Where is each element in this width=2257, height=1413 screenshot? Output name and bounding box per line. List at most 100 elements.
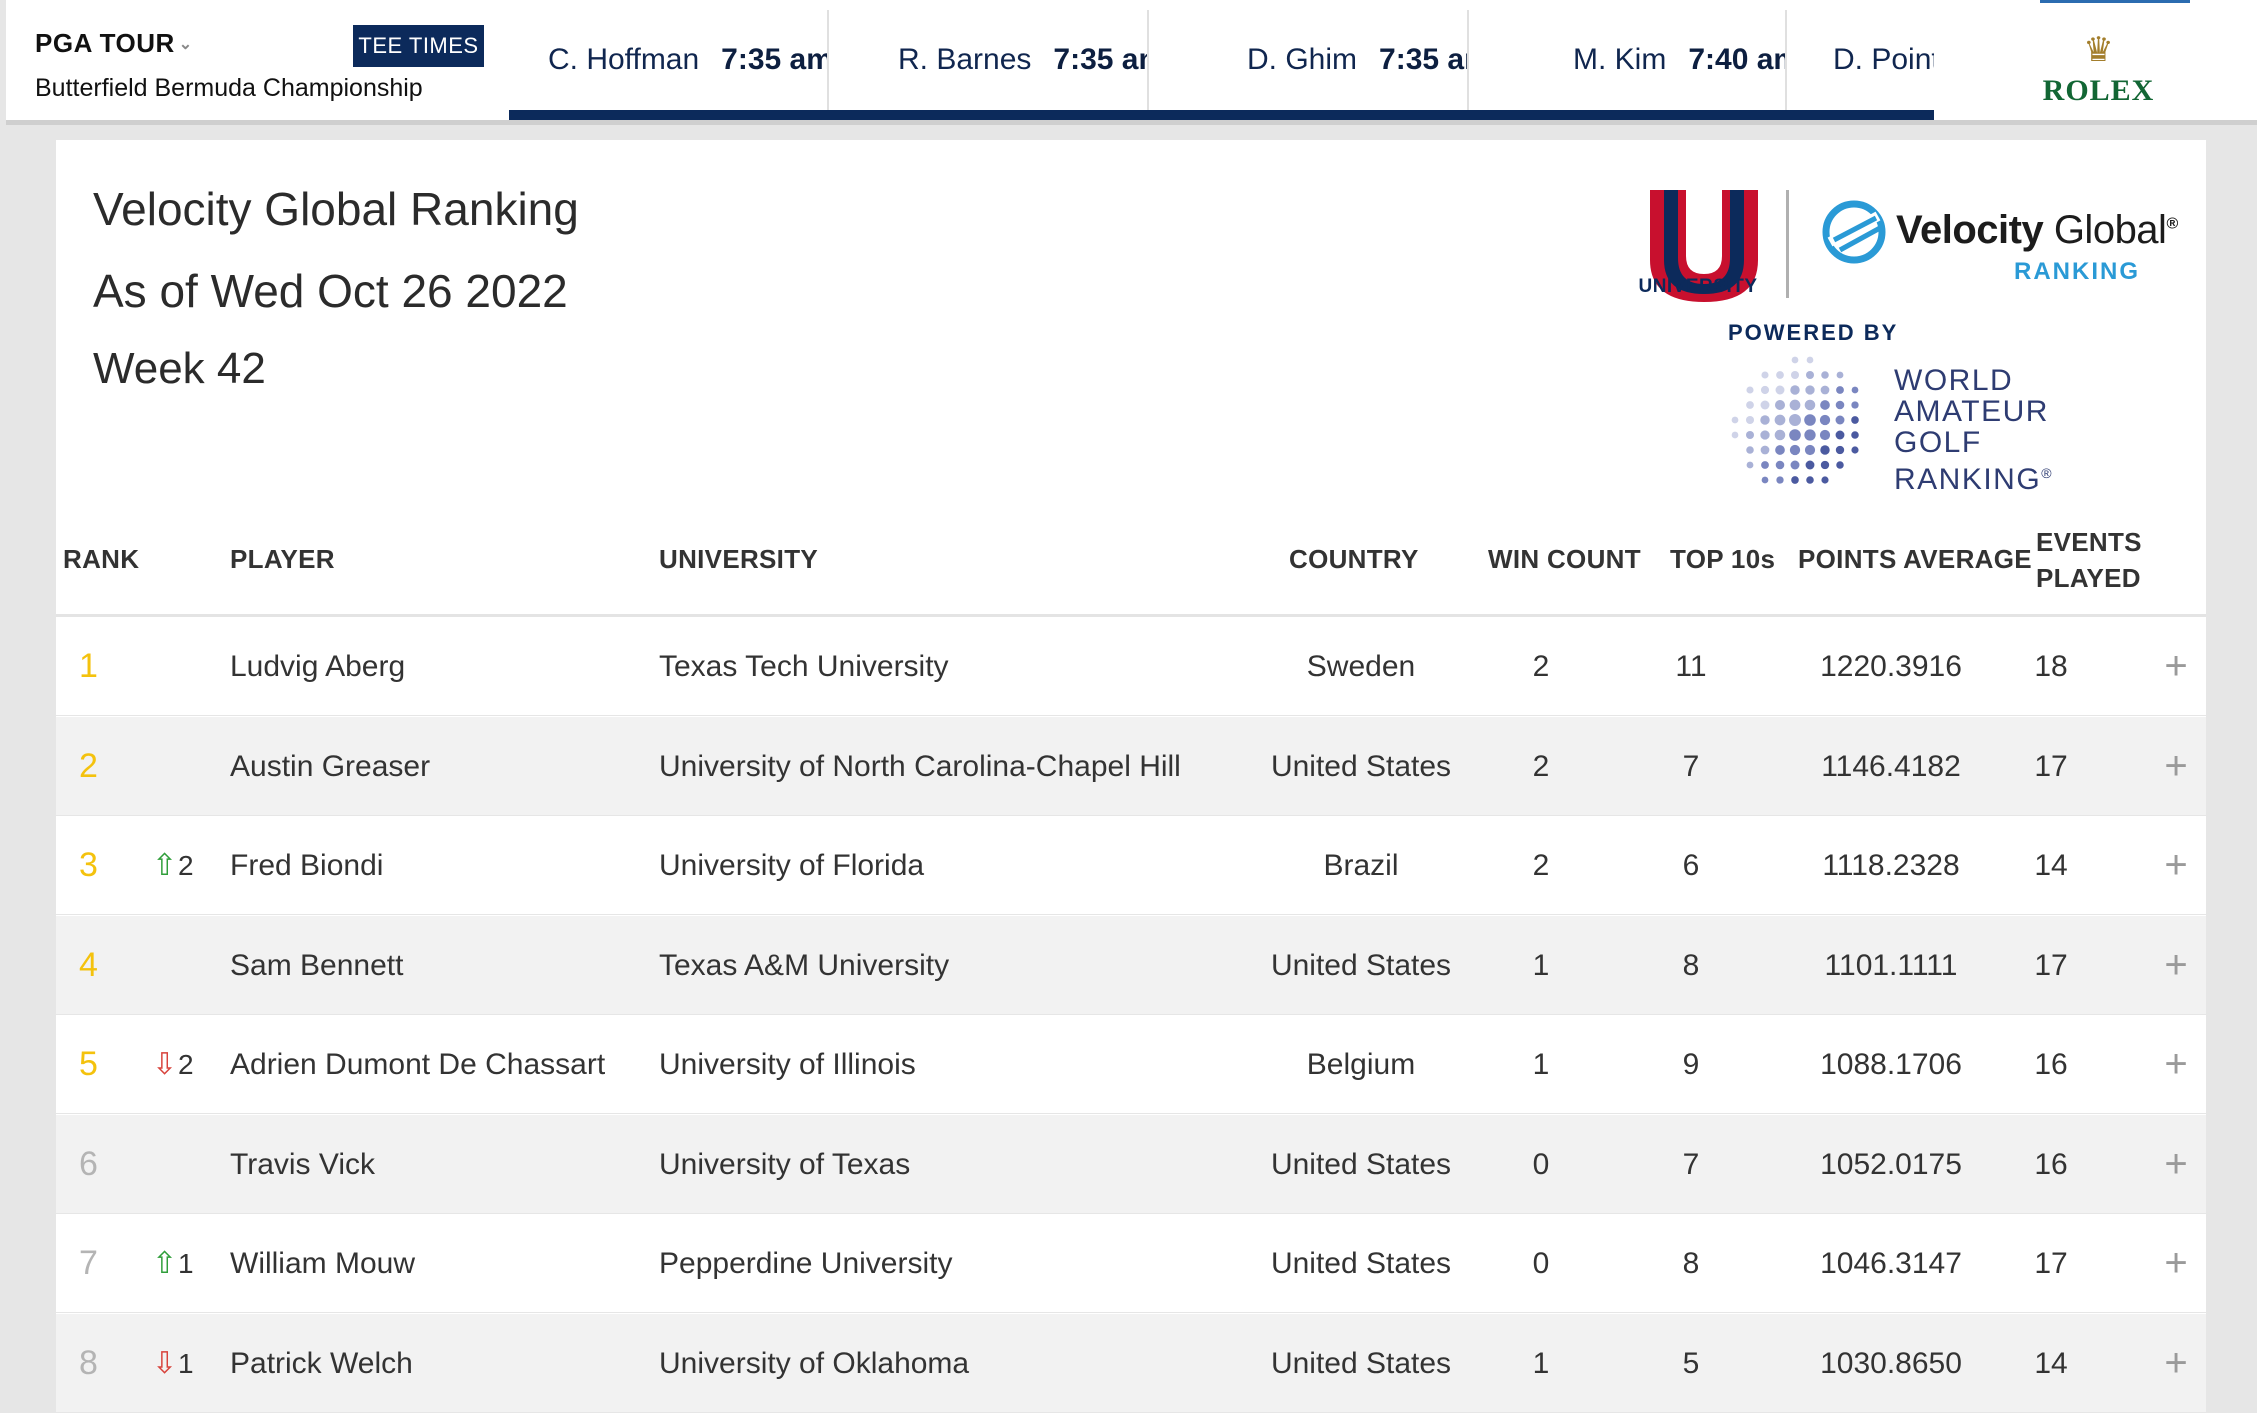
player-name[interactable]: Austin Greaser [230,717,430,816]
column-header-win-count[interactable]: WIN COUNT [1488,544,1641,575]
table-row[interactable]: 5 ⇩2 Adrien Dumont De Chassart University o… [56,1015,2206,1114]
rank-movement [152,1115,212,1214]
tee-time-player: R. Barnes [898,43,1032,76]
win-count-cell: 1 [1532,1048,1550,1081]
points-average-cell: 1101.1111 [1824,948,1958,982]
chevron-down-icon[interactable]: ⌄ [179,36,193,53]
player-name[interactable]: Sam Bennett [230,916,403,1015]
win-count-cell: 2 [1532,849,1550,882]
tour-selector[interactable]: PGA TOUR ⌄ Butterfield Bermuda Championsh… [6,0,509,120]
table-row[interactable]: 1 Ludvig Aberg Texas Tech University Sweden… [56,617,2206,716]
table-row[interactable]: 2 Austin Greaser University of North Carol… [56,716,2206,816]
tee-time-item[interactable]: C. Hoffman 7:35 am [509,10,829,110]
plus-icon[interactable]: + [2156,916,2196,1015]
country-cell: United States [1270,749,1452,783]
rank-cell: 5 [79,1045,98,1083]
table-row[interactable]: 3 ⇧2 Fred Biondi University of Florida Brazi… [56,816,2206,915]
column-header-points-average[interactable]: POINTS AVERAGE [1798,544,2032,575]
tee-time-item[interactable]: D. Points [1787,10,1934,110]
win-count-cell: 0 [1532,1147,1550,1181]
table-row[interactable]: 7 ⇧1 William Mouw Pepperdine University Unit… [56,1214,2206,1313]
rank-movement [152,717,212,816]
rank-movement-value: 2 [178,1049,194,1080]
ranking-date: As of Wed Oct 26 2022 [93,265,568,317]
column-header-country[interactable]: COUNTRY [1289,544,1419,575]
events-played-cell: 18 [2034,650,2068,683]
plus-icon[interactable]: + [2156,1214,2196,1313]
university-u-logo [1650,190,1758,302]
university-cell: University of Texas [659,1147,911,1181]
country-cell: United States [1270,1147,1452,1181]
university-cell: Texas A&M University [659,948,950,982]
crown-icon: ♛ [2083,31,2114,69]
plus-icon[interactable]: + [2156,816,2196,915]
player-name[interactable]: Ludvig Aberg [230,617,405,716]
tee-time-player: D. Points [1833,43,1934,76]
tee-time-item[interactable]: D. Ghim 7:35 am [1149,10,1469,110]
plus-icon[interactable]: + [2156,1314,2196,1413]
events-played-cell: 17 [2034,948,2068,982]
rank-movement [152,617,212,716]
events-played-cell: 17 [2034,1247,2068,1280]
tee-time-item[interactable]: M. Kim 7:40 am [1469,10,1787,110]
tee-time-player: C. Hoffman [548,43,700,76]
column-header-player[interactable]: PLAYER [230,544,335,575]
velocity-global-logo-text: Velocity Global® [1896,208,2178,253]
tee-time-time: 7:40 am [1688,43,1785,76]
velocity-global-icon [1822,200,1886,264]
rolex-sponsor-logo[interactable]: ♛ ROLEX [1934,0,2257,120]
logo-divider [1786,190,1789,298]
rank-cell: 7 [79,1244,98,1282]
country-cell: United States [1270,1247,1452,1280]
powered-by-label: POWERED BY [1728,320,1899,345]
tour-label: PGA TOUR [35,28,175,58]
column-header-university[interactable]: UNIVERSITY [659,544,818,575]
tee-times-strip[interactable]: C. Hoffman 7:35 am R. Barnes 7:35 am D. Gh… [509,10,1934,120]
country-cell: United States [1270,1346,1452,1380]
university-cell: University of North Carolina-Chapel Hill [659,749,1181,783]
plus-icon[interactable]: + [2156,617,2196,716]
university-cell: University of Oklahoma [659,1346,970,1380]
plus-icon[interactable]: + [2156,1115,2196,1214]
plus-icon[interactable]: + [2156,717,2196,816]
top10s-cell: 9 [1682,1048,1700,1081]
tee-times-button[interactable]: TEE TIMES [353,25,484,67]
university-cell: Pepperdine University [659,1247,953,1280]
rank-cell: 1 [79,647,98,685]
table-row[interactable]: 4 Sam Bennett Texas A&M University United S… [56,915,2206,1015]
events-header-line: PLAYED [2036,563,2141,593]
ranking-card: Velocity Global Ranking As of Wed Oct 26… [56,140,2206,1413]
plus-icon[interactable]: + [2156,1015,2196,1114]
points-average-cell: 1220.3916 [1820,650,1962,683]
tee-time-player: D. Ghim [1247,43,1358,76]
top-bar-divider [6,120,2257,125]
player-name[interactable]: Patrick Welch [230,1314,413,1413]
tour-name[interactable]: PGA TOUR ⌄ [35,28,193,59]
tee-time-item[interactable]: R. Barnes 7:35 am [829,10,1149,110]
player-name[interactable]: Adrien Dumont De Chassart [230,1015,605,1114]
column-header-top10s[interactable]: TOP 10s [1670,544,1775,575]
events-played-cell: 14 [2034,1346,2068,1380]
sponsor-name: ROLEX [2042,74,2155,107]
rank-movement: ⇩2 [152,1015,212,1114]
rank-movement-value: 1 [178,1347,194,1379]
player-name[interactable]: William Mouw [230,1214,415,1313]
player-name[interactable]: Fred Biondi [230,816,383,915]
rank-movement [152,916,212,1015]
ranking-week: Week 42 [93,344,266,393]
points-average-cell: 1118.2328 [1822,849,1960,882]
rank-cell: 3 [79,846,98,884]
column-header-rank[interactable]: RANK [63,544,139,575]
column-header-events-played[interactable]: EVENTS PLAYED [2036,524,2142,596]
wagr-registered: ® [2041,465,2054,481]
table-row[interactable]: 8 ⇩1 Patrick Welch University of Oklahoma Un… [56,1313,2206,1413]
top10s-cell: 5 [1682,1346,1700,1380]
player-name[interactable]: Travis Vick [230,1115,375,1214]
points-average-cell: 1046.3147 [1820,1247,1962,1280]
tee-time-time: 7:35 am [1379,43,1467,76]
top10s-cell: 8 [1682,1247,1700,1280]
table-row[interactable]: 6 Travis Vick University of Texas United St… [56,1114,2206,1214]
wagr-line: WORLD [1894,364,2014,397]
rank-movement-value: 2 [178,850,194,881]
rank-cell: 8 [79,1343,98,1382]
